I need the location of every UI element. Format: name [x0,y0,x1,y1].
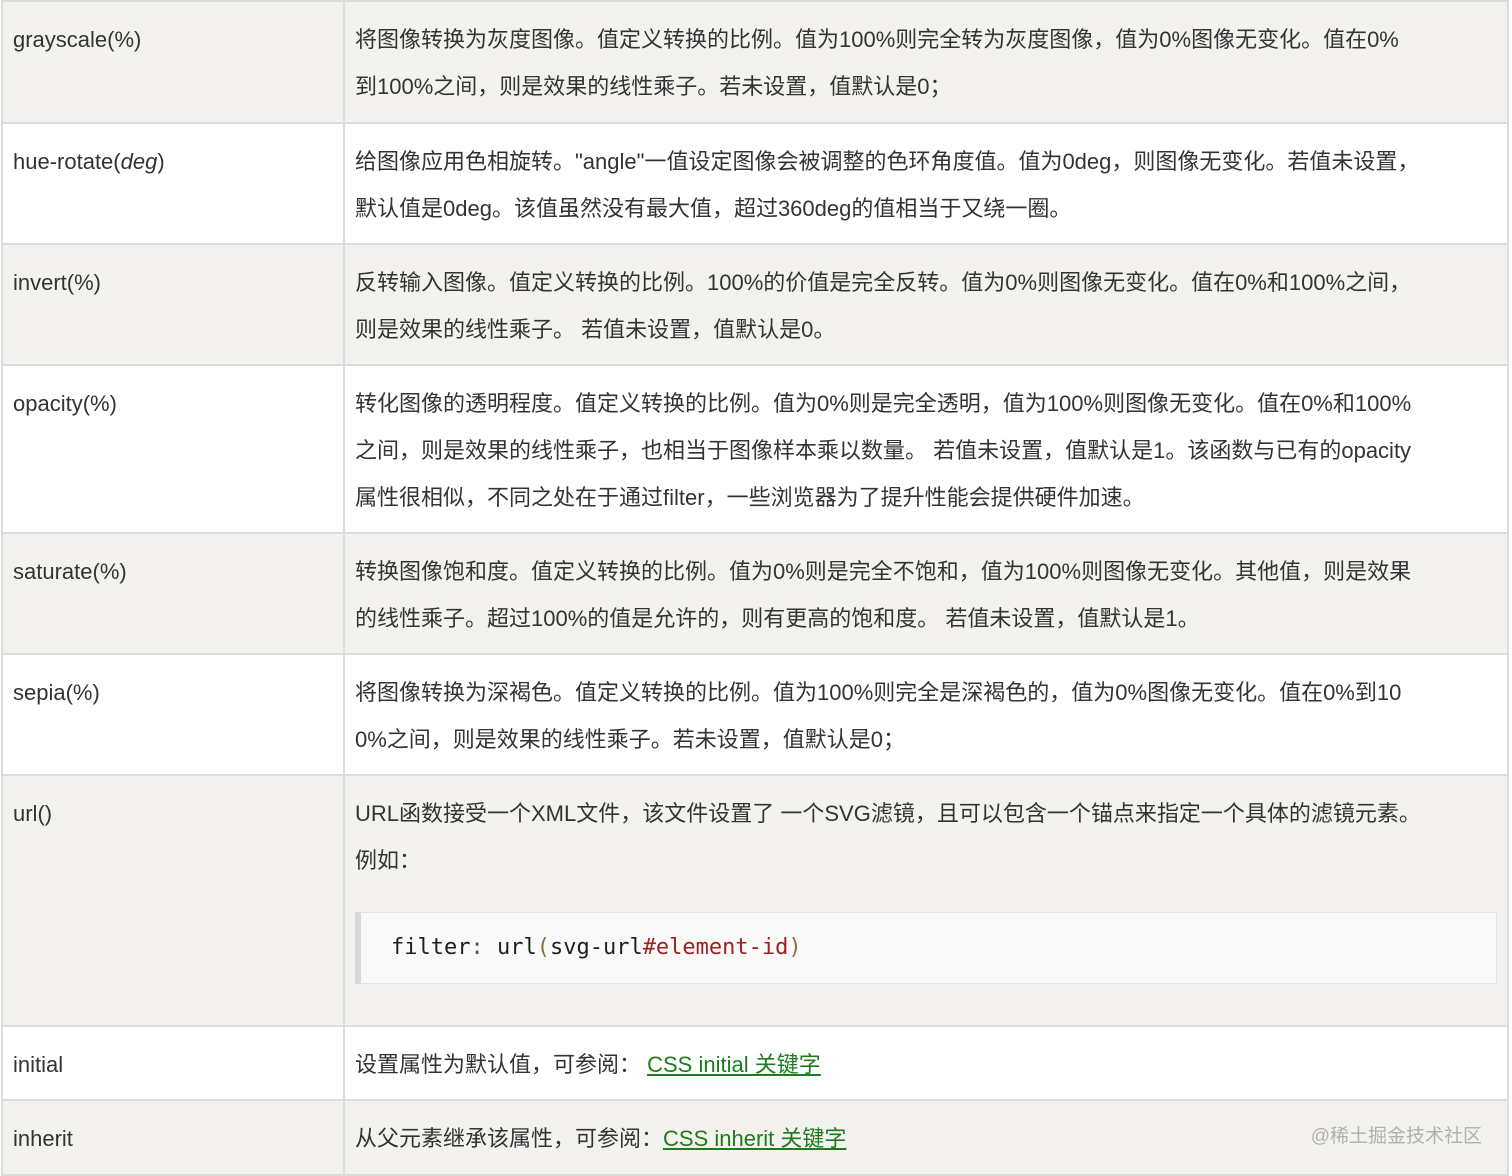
code-function: url [484,935,537,960]
function-name-text: invert(%) [13,270,101,295]
table-row: inherit 从父元素继承该属性，可参阅：CSS inherit 关键字 [2,1100,1508,1175]
function-description: 转换图像饱和度。值定义转换的比例。值为0%则是完全不饱和，值为100%则图像无变… [344,533,1508,654]
description-line: 例如： [355,837,1497,884]
description-line: 反转输入图像。值定义转换的比例。100%的价值是完全反转。值为0%则图像无变化。… [355,259,1497,306]
description-line: 转换图像饱和度。值定义转换的比例。值为0%则是完全不饱和，值为100%则图像无变… [355,548,1497,595]
function-name: saturate(%) [2,533,344,654]
function-description: 转化图像的透明程度。值定义转换的比例。值为0%则是完全透明，值为100%则图像无… [344,365,1508,533]
function-name-suffix: ) [157,149,164,174]
function-description: 设置属性为默认值，可参阅： CSS initial 关键字 [344,1026,1508,1100]
description-line: 到100%之间，则是效果的线性乘子。若未设置，值默认是0； [355,63,1497,110]
function-name-text: url() [13,801,52,826]
code-colon: : [470,935,483,960]
description-line: 给图像应用色相旋转。"angle"一值设定图像会被调整的色环角度值。值为0deg… [355,138,1497,185]
function-name: hue-rotate(deg) [2,123,344,244]
function-name: grayscale(%) [2,1,344,123]
description-line: 0%之间，则是效果的线性乘子。若未设置，值默认是0； [355,716,1497,763]
table-row: saturate(%) 转换图像饱和度。值定义转换的比例。值为0%则是完全不饱和… [2,533,1508,654]
function-name-text: hue-rotate( [13,149,121,174]
watermark: @稀土掘金技术社区 [1311,1121,1482,1148]
table-row: url() URL函数接受一个XML文件，该文件设置了 一个SVG滤镜，且可以包… [2,775,1508,1026]
filter-functions-table: grayscale(%) 将图像转换为灰度图像。值定义转换的比例。值为100%则… [1,0,1509,1176]
table-row: invert(%) 反转输入图像。值定义转换的比例。100%的价值是完全反转。值… [2,244,1508,365]
function-name-text: saturate(%) [13,559,127,584]
function-name: url() [2,775,344,1026]
css-inherit-link[interactable]: CSS inherit 关键字 [663,1126,846,1151]
description-line: 则是效果的线性乘子。 若值未设置，值默认是0。 [355,306,1497,353]
function-name-text: sepia(%) [13,680,100,705]
function-name: invert(%) [2,244,344,365]
code-paren-open: ( [537,935,550,960]
function-name-text: grayscale(%) [13,27,141,52]
function-name: inherit [2,1100,344,1175]
function-description: 给图像应用色相旋转。"angle"一值设定图像会被调整的色环角度值。值为0deg… [344,123,1508,244]
function-param-italic: deg [121,149,158,174]
function-name: initial [2,1026,344,1100]
code-fragment: #element-id [643,935,789,960]
table-row: initial 设置属性为默认值，可参阅： CSS initial 关键字 [2,1026,1508,1100]
function-name-text: opacity(%) [13,391,117,416]
function-description: 将图像转换为深褐色。值定义转换的比例。值为100%则完全是深褐色的，值为0%图像… [344,654,1508,775]
function-description: 将图像转换为灰度图像。值定义转换的比例。值为100%则完全转为灰度图像，值为0%… [344,1,1508,123]
function-description: 反转输入图像。值定义转换的比例。100%的价值是完全反转。值为0%则图像无变化。… [344,244,1508,365]
description-text: 设置属性为默认值，可参阅： [355,1052,647,1077]
table-row: sepia(%) 将图像转换为深褐色。值定义转换的比例。值为100%则完全是深褐… [2,654,1508,775]
description-line: 将图像转换为深褐色。值定义转换的比例。值为100%则完全是深褐色的，值为0%图像… [355,669,1497,716]
description-text: 从父元素继承该属性，可参阅： [355,1126,663,1151]
function-description: URL函数接受一个XML文件，该文件设置了 一个SVG滤镜，且可以包含一个锚点来… [344,775,1508,1026]
table-row: grayscale(%) 将图像转换为灰度图像。值定义转换的比例。值为100%则… [2,1,1508,123]
table-row: opacity(%) 转化图像的透明程度。值定义转换的比例。值为0%则是完全透明… [2,365,1508,533]
description-line: 转化图像的透明程度。值定义转换的比例。值为0%则是完全透明，值为100%则图像无… [355,380,1497,427]
table-row: hue-rotate(deg) 给图像应用色相旋转。"angle"一值设定图像会… [2,123,1508,244]
description-line: 属性很相似，不同之处在于通过filter，一些浏览器为了提升性能会提供硬件加速。 [355,474,1497,521]
function-name: opacity(%) [2,365,344,533]
code-property: filter [391,935,470,960]
description-line: URL函数接受一个XML文件，该文件设置了 一个SVG滤镜，且可以包含一个锚点来… [355,790,1497,837]
function-name: sepia(%) [2,654,344,775]
function-name-text: inherit [13,1126,73,1151]
description-line: 将图像转换为灰度图像。值定义转换的比例。值为100%则完全转为灰度图像，值为0%… [355,16,1497,63]
code-block: filter: url(svg-url#element-id) [355,912,1497,984]
css-initial-link[interactable]: CSS initial 关键字 [647,1052,821,1077]
description-line: 的线性乘子。超过100%的值是允许的，则有更高的饱和度。 若值未设置，值默认是1… [355,595,1497,642]
function-name-text: initial [13,1052,63,1077]
code-paren-close: ) [788,935,801,960]
description-line: 之间，则是效果的线性乘子，也相当于图像样本乘以数量。 若值未设置，值默认是1。该… [355,427,1497,474]
description-line: 默认值是0deg。该值虽然没有最大值，超过360deg的值相当于又绕一圈。 [355,185,1497,232]
code-argument: svg-url [550,935,643,960]
